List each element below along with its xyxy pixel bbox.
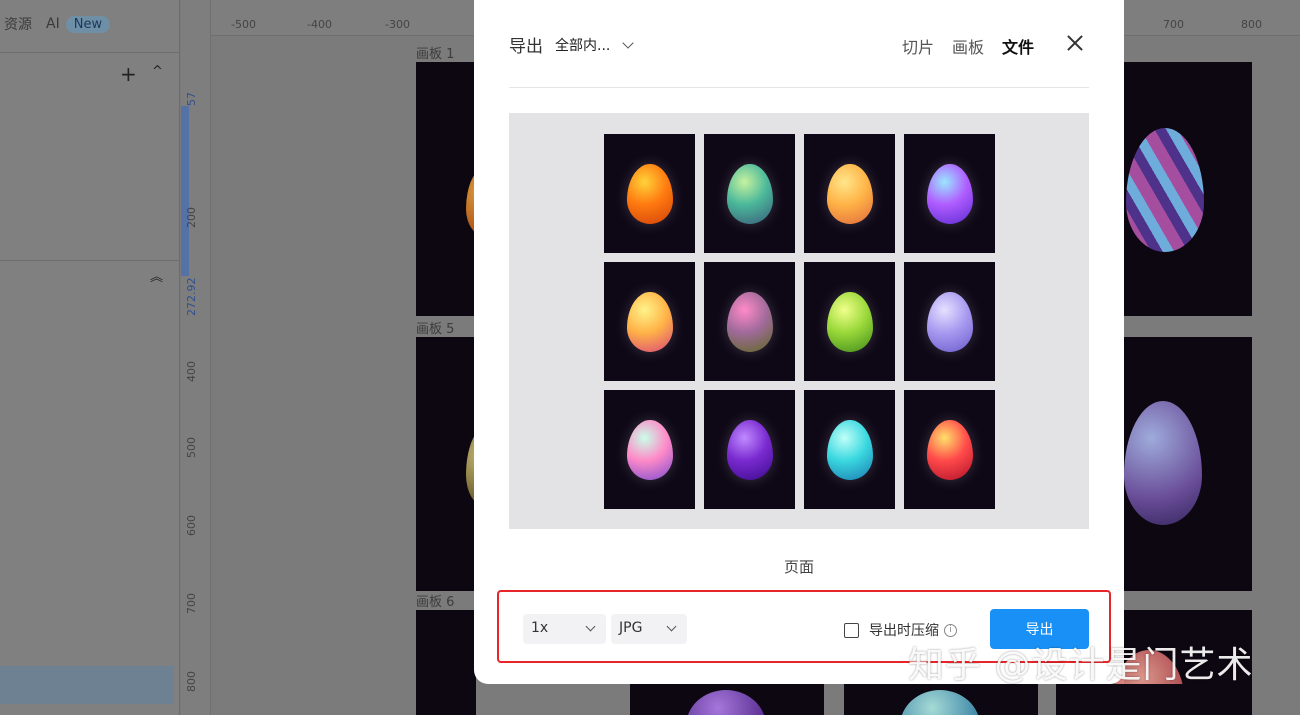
export-dialog: 导出 全部内... 切片 画板 文件 页面 1x JPG 导出时压缩 i 导出: [474, 0, 1124, 684]
preview-tile: [704, 390, 795, 509]
collapse-icon[interactable]: ^: [152, 64, 163, 79]
artboard[interactable]: [416, 62, 506, 316]
preview-tile: [804, 390, 895, 509]
preview-tile: [904, 134, 995, 253]
lime-green-egg-icon: [826, 291, 873, 352]
violet-swirl-egg-icon: [726, 419, 773, 480]
artboard[interactable]: [1124, 62, 1252, 316]
ruler-selection: [181, 106, 189, 276]
tab-ai[interactable]: AI: [46, 16, 60, 32]
tab-assets[interactable]: 资源: [4, 14, 32, 34]
preview-tile: [604, 134, 695, 253]
compress-checkbox[interactable]: [844, 622, 859, 638]
add-icon[interactable]: +: [120, 62, 137, 86]
vertical-ruler: 57 200 272.92 400 500 600 700 800: [181, 0, 211, 715]
preview-caption: 页面: [783, 558, 814, 576]
ruler-label: -500: [231, 18, 256, 31]
ruler-label: 500: [185, 437, 198, 458]
ruler-label: 400: [185, 361, 198, 382]
ruler-label: 700: [1163, 18, 1184, 31]
preview-tile: [904, 262, 995, 381]
teal-scaled-egg-icon: [726, 163, 773, 224]
format-select[interactable]: JPG: [611, 614, 687, 644]
ruler-label: 272.92: [185, 277, 198, 317]
artboard-label[interactable]: 画板 1: [416, 43, 454, 62]
yellow-pink-egg-icon: [626, 291, 673, 352]
new-badge: New: [65, 15, 111, 33]
tab-artboards[interactable]: 画板: [952, 34, 984, 58]
pink-olive-egg-icon: [726, 291, 773, 352]
panel-divider: [0, 260, 180, 261]
ruler-label: 600: [185, 515, 198, 536]
ruler-label: 57: [185, 92, 198, 106]
preview-grid: [604, 134, 995, 509]
double-chevron-up-icon[interactable]: ︽: [150, 271, 163, 284]
close-icon[interactable]: [1064, 32, 1086, 54]
artboard[interactable]: [630, 684, 824, 715]
egg-image: [1126, 128, 1204, 252]
dialog-header: 导出 全部内...: [509, 32, 635, 57]
orange-crystal-egg-icon: [626, 163, 673, 224]
preview-tile: [704, 262, 795, 381]
ruler-label: 200: [185, 207, 198, 228]
ruler-label: 800: [185, 671, 198, 692]
export-type-tabs: 切片 画板 文件: [902, 34, 1034, 58]
artboard-label[interactable]: 画板 5: [416, 318, 454, 337]
preview-tile: [604, 390, 695, 509]
tab-file[interactable]: 文件: [1002, 34, 1034, 58]
egg-image: [1124, 401, 1202, 525]
scale-value: 1x: [531, 620, 549, 636]
artboard[interactable]: [416, 337, 506, 591]
dialog-title: 导出: [509, 37, 543, 57]
artboard[interactable]: [844, 684, 1038, 715]
preview-tile: [804, 134, 895, 253]
export-scope-dropdown[interactable]: 全部内...: [555, 35, 610, 55]
artboard[interactable]: [1124, 337, 1252, 591]
artboard[interactable]: [416, 610, 476, 715]
ruler-label: 700: [185, 593, 198, 614]
chevron-down-icon: [666, 621, 677, 632]
preview-tile: [604, 262, 695, 381]
artboard-label[interactable]: 画板 6: [416, 591, 454, 610]
selected-layer-row[interactable]: [0, 666, 174, 704]
artboard[interactable]: [1056, 684, 1252, 715]
format-value: JPG: [619, 620, 643, 636]
left-panel-tabs: 资源 AI New: [4, 14, 111, 34]
left-panel: 资源 AI New + ^ ︽: [0, 0, 180, 715]
red-gold-egg-icon: [926, 419, 973, 480]
lavender-egg-icon: [926, 291, 973, 352]
purple-blue-swirl-egg-icon: [926, 163, 973, 224]
cyan-crystal-egg-icon: [826, 419, 873, 480]
ruler-label: 800: [1241, 18, 1262, 31]
preview-tile: [904, 390, 995, 509]
egg-image: [900, 690, 980, 715]
ruler-label: -300: [385, 18, 410, 31]
golden-swirl-egg-icon: [826, 163, 873, 224]
chevron-down-icon[interactable]: [622, 36, 635, 49]
chevron-down-icon: [585, 621, 596, 632]
preview-tile: [804, 262, 895, 381]
panel-divider: [0, 52, 180, 53]
export-preview: [509, 113, 1089, 529]
watermark: 知乎 @设计是门艺术: [908, 645, 1254, 686]
ruler-label: -400: [307, 18, 332, 31]
info-icon[interactable]: i: [944, 623, 957, 637]
egg-image: [686, 690, 766, 715]
header-divider: [509, 87, 1089, 88]
preview-tile: [704, 134, 795, 253]
scale-select[interactable]: 1x: [523, 614, 606, 644]
tab-slices[interactable]: 切片: [902, 34, 934, 58]
rainbow-swirl-egg-icon: [626, 419, 673, 480]
